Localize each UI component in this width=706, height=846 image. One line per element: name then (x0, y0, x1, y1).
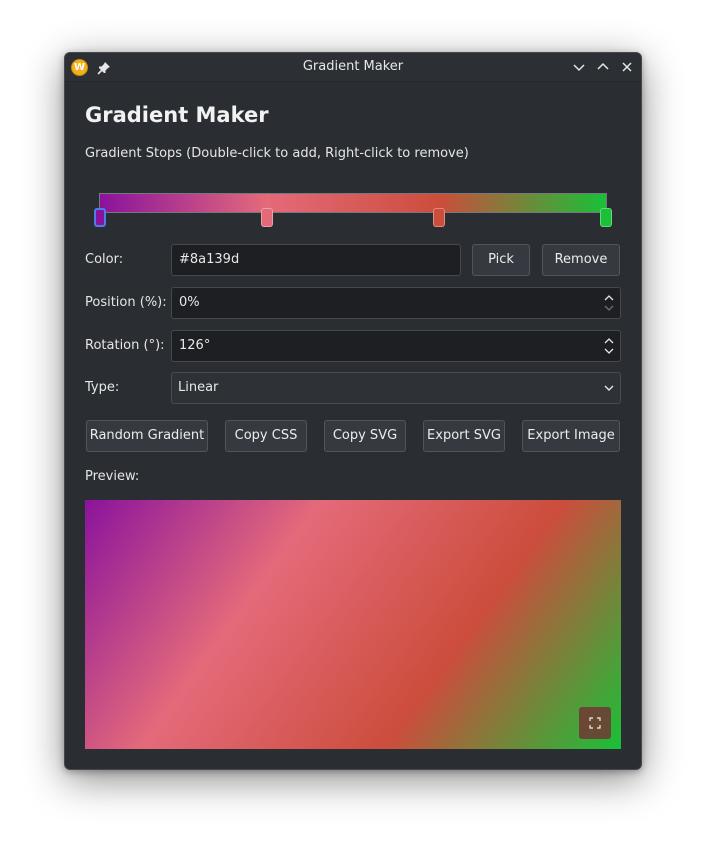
remove-button[interactable]: Remove (542, 244, 620, 276)
type-select[interactable]: Linear (171, 372, 621, 404)
color-input[interactable]: #8a139d (171, 244, 461, 276)
page-title: Gradient Maker (85, 103, 269, 127)
gradient-stop-handle[interactable] (433, 208, 446, 227)
export-image-button[interactable]: Export Image (522, 420, 620, 452)
export-svg-button[interactable]: Export SVG (423, 420, 505, 452)
color-label: Color: (85, 252, 124, 267)
rotation-value: 126° (179, 338, 211, 353)
chevron-down-icon (573, 64, 585, 72)
copy-css-button[interactable]: Copy CSS (225, 420, 307, 452)
gradient-stop-handle[interactable] (94, 208, 106, 227)
spin-arrows-icon[interactable] (602, 292, 616, 314)
close-button[interactable] (619, 59, 635, 75)
pick-button[interactable]: Pick (472, 244, 530, 276)
spin-arrows-icon[interactable] (602, 335, 616, 357)
close-icon (622, 62, 632, 72)
rotation-spinbox[interactable]: 126° (171, 330, 621, 362)
gradient-stop-handle[interactable] (600, 208, 612, 227)
gradient-preview (85, 500, 621, 749)
chevron-down-icon (604, 385, 614, 391)
fullscreen-icon (589, 717, 601, 729)
type-label: Type: (85, 380, 120, 395)
title-bar[interactable]: W Gradient Maker (65, 53, 641, 82)
position-label: Position (%): (85, 295, 167, 310)
fullscreen-button[interactable] (579, 707, 611, 739)
chevron-up-icon (597, 62, 609, 70)
position-spinbox[interactable]: 0% (171, 287, 621, 319)
position-value: 0% (179, 295, 200, 310)
maximize-button[interactable] (595, 59, 611, 75)
stops-hint: Gradient Stops (Double-click to add, Rig… (85, 146, 469, 161)
random-gradient-button[interactable]: Random Gradient (86, 420, 208, 452)
preview-label: Preview: (85, 469, 140, 484)
minimize-button[interactable] (571, 59, 587, 75)
gradient-stop-handle[interactable] (260, 208, 273, 227)
gradient-maker-window: W Gradient Maker Gradient Maker Gradient… (64, 52, 642, 770)
window-title: Gradient Maker (302, 59, 404, 74)
type-value: Linear (178, 380, 219, 395)
gradient-stops-bar[interactable] (99, 193, 607, 213)
copy-svg-button[interactable]: Copy SVG (324, 420, 406, 452)
rotation-label: Rotation (°): (85, 338, 165, 353)
